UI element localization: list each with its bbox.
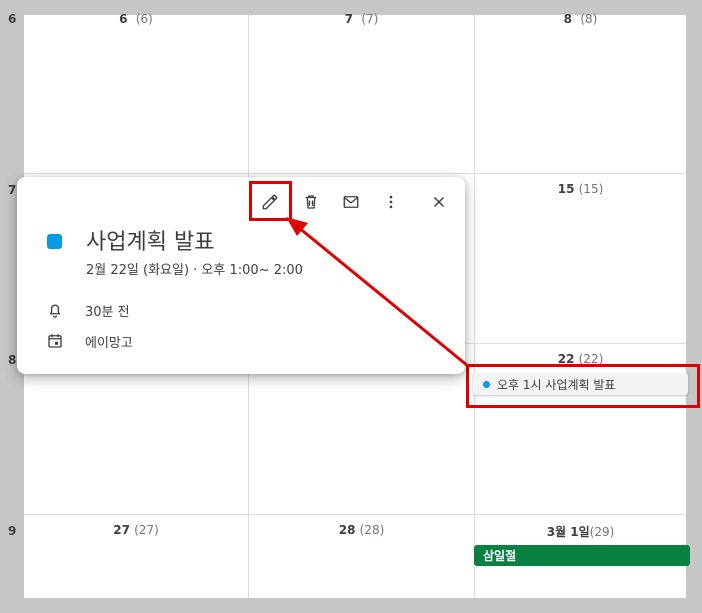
day-cell[interactable]: 27 (27) [24,515,249,598]
edge-day-number: 9 [8,524,17,538]
day-number: 28 [338,523,356,537]
lunar-day: (27) [134,523,159,537]
email-button[interactable] [335,189,367,215]
day-number: 8 [563,12,572,26]
day-number: 3월 1일 [546,525,590,539]
day-cell[interactable]: 15 (15) [475,174,686,344]
edit-highlight-box [249,181,292,221]
lunar-day: (15) [578,182,604,196]
lunar-day: (29) [589,525,615,539]
day-cell[interactable]: 7 (7) [249,12,475,174]
event-title: 사업계획 발표 [86,230,215,255]
event-detail-popover: 사업계획 발표 2월 22일 (화요일) · 오후 1:00~ 2:00 30분… [17,177,465,374]
mail-icon [343,196,359,208]
day-number: 6 [119,12,128,26]
calendar-icon [48,334,62,348]
day-number: 15 [557,182,575,196]
day-cell[interactable]: 8 (8) [475,12,686,174]
close-icon [433,196,445,208]
edge-day-number: 7 [8,183,17,197]
event-datetime: 2월 22일 (화요일) · 오후 1:00~ 2:00 [86,263,303,278]
more-vert-icon [389,195,393,209]
day-number: 7 [344,12,353,26]
event-color-square [47,234,62,249]
edge-day-number: 8 [8,353,17,367]
more-options-button[interactable] [375,189,407,215]
close-button[interactable] [423,189,455,215]
calendar-name: 에이망고 [85,336,133,351]
holiday-chip[interactable]: 삼일절 [474,545,690,566]
day-cell[interactable]: 6 (6) [24,12,249,174]
reminder-text: 30분 전 [85,305,130,320]
lunar-day: (8) [580,12,598,26]
lunar-day: (28) [359,523,385,537]
lunar-day: (7) [361,12,379,26]
day-cell[interactable]: 28 (28) [249,515,475,598]
bell-icon [49,304,61,318]
delete-button[interactable] [295,189,327,215]
trash-icon [305,195,317,209]
holiday-label: 삼일절 [483,549,517,563]
edge-day-number: 6 [8,12,17,26]
lunar-day: (6) [135,12,153,26]
event-highlight-box [466,364,700,408]
day-number: 27 [113,523,130,537]
